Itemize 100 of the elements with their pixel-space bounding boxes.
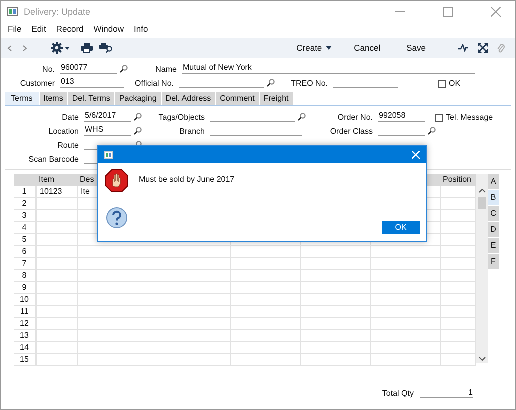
table-cell (371, 246, 441, 258)
cancel-button[interactable]: Cancel (352, 43, 383, 53)
table-cell (371, 282, 441, 294)
table-cell (37, 258, 78, 270)
table-cell (37, 342, 78, 354)
back-icon[interactable] (7, 44, 13, 52)
menu-item[interactable]: File (3, 24, 27, 34)
table-cell (37, 234, 78, 246)
menu-item[interactable]: Record (51, 24, 89, 34)
activity-icon[interactable] (458, 44, 468, 52)
side-tab[interactable]: F (488, 254, 499, 269)
expand-icon[interactable] (478, 43, 488, 53)
search-icon[interactable] (428, 126, 436, 134)
close-icon[interactable] (491, 6, 501, 16)
table-cell (231, 294, 301, 306)
table-cell (231, 270, 301, 282)
print-icon[interactable] (81, 43, 93, 53)
table-cell: 10123 (37, 186, 78, 198)
table-cell (37, 306, 78, 318)
row-number: 5 (14, 234, 37, 246)
search-icon[interactable] (267, 78, 275, 86)
forward-icon[interactable] (22, 44, 28, 52)
table-cell (371, 294, 441, 306)
side-tab[interactable]: E (488, 238, 499, 253)
scroll-thumb[interactable] (478, 197, 486, 209)
field-label: Date (61, 113, 80, 122)
caret-icon[interactable] (326, 46, 332, 50)
table-cell (37, 270, 78, 282)
side-tab[interactable]: B (488, 190, 499, 205)
side-tab[interactable]: A (488, 174, 499, 189)
tab[interactable]: Items (40, 92, 68, 105)
scroll-down-icon[interactable] (478, 357, 486, 361)
field-label: Total Qty (382, 389, 414, 398)
row-number: 3 (14, 210, 37, 222)
table-cell (231, 354, 301, 366)
field-label: Order No. (336, 113, 374, 122)
app-icon (104, 150, 113, 158)
table-cell (301, 282, 371, 294)
scrollbar[interactable] (476, 174, 488, 363)
table-cell (301, 354, 371, 366)
row-number: 14 (14, 342, 37, 354)
paperclip-icon[interactable] (497, 42, 505, 54)
print-preview-icon[interactable] (99, 43, 113, 53)
table-cell (301, 258, 371, 270)
search-icon[interactable] (134, 112, 142, 120)
table-cell (371, 330, 441, 342)
scroll-up-icon[interactable] (478, 189, 486, 193)
tab[interactable]: Comment (216, 92, 259, 105)
input-field[interactable]: 960077 (60, 63, 117, 74)
table-cell (301, 246, 371, 258)
tab[interactable]: Freight (260, 92, 293, 105)
table-cell (301, 270, 371, 282)
checkbox-label: OK (449, 79, 461, 88)
row-number: 15 (14, 354, 37, 366)
table-cell (371, 306, 441, 318)
table-cell (301, 306, 371, 318)
settings-icon[interactable] (51, 42, 71, 54)
table-cell (37, 354, 78, 366)
input-field[interactable]: Mutual of New York (182, 63, 475, 74)
column-header: Item (37, 174, 78, 186)
table-cell (231, 342, 301, 354)
table-cell (37, 318, 78, 330)
row-number: 4 (14, 222, 37, 234)
table-cell (371, 318, 441, 330)
menu-item[interactable]: Edit (26, 24, 52, 34)
create-button[interactable]: Create (294, 43, 324, 53)
search-icon[interactable] (298, 112, 306, 120)
maximize-icon[interactable] (443, 6, 453, 16)
tab[interactable]: Del. Terms (68, 92, 114, 105)
search-icon[interactable] (134, 126, 142, 134)
input-field[interactable]: 013 (60, 77, 124, 88)
total-qty-field[interactable]: 1 (420, 388, 473, 398)
side-tab[interactable]: D (488, 222, 499, 237)
input-field[interactable]: WHS (84, 125, 131, 136)
checkbox[interactable] (435, 114, 443, 122)
table-cell (301, 318, 371, 330)
column-header (14, 174, 37, 186)
field-label: Official No. (134, 79, 175, 88)
search-icon[interactable] (120, 64, 128, 72)
menu-item[interactable]: Window (88, 24, 129, 34)
table-cell (301, 330, 371, 342)
side-tab[interactable]: C (488, 206, 499, 221)
table-cell (301, 342, 371, 354)
row-number: 8 (14, 270, 37, 282)
ok-button[interactable]: OK (382, 221, 420, 234)
field-label: Branch (178, 127, 206, 136)
field-label: Order Class (329, 127, 374, 136)
field-label: TREO No. (290, 79, 329, 88)
tab[interactable]: Packaging (115, 92, 161, 105)
field-label: Customer (19, 79, 56, 88)
row-number: 9 (14, 282, 37, 294)
input-field[interactable]: 992058 (378, 111, 425, 122)
input-field[interactable]: 5/6/2017 (84, 111, 131, 122)
save-button[interactable]: Save (404, 43, 428, 53)
table-cell (231, 318, 301, 330)
menu-item[interactable]: Info (129, 24, 154, 34)
tab[interactable]: Terms (5, 92, 39, 105)
row-number: 7 (14, 258, 37, 270)
checkbox[interactable] (438, 80, 446, 88)
tab[interactable]: Del. Address (162, 92, 216, 105)
